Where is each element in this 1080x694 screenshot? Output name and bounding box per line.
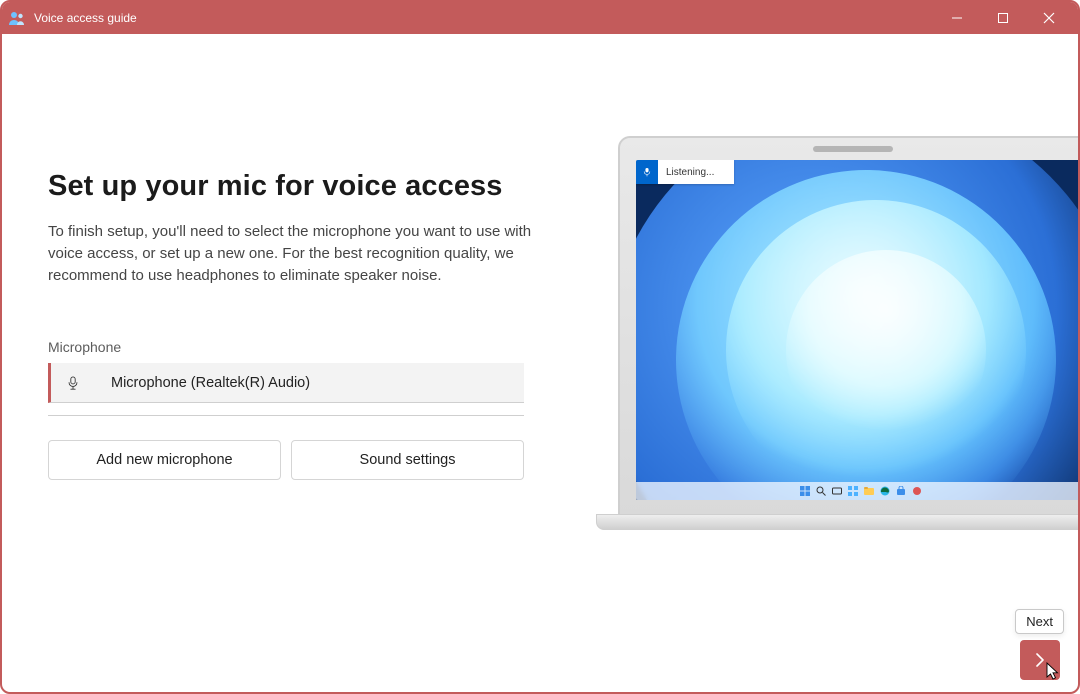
laptop-screen: Listening... xyxy=(636,160,1080,500)
divider xyxy=(48,415,524,416)
app-icon xyxy=(8,9,26,27)
windows-bloom-wallpaper xyxy=(636,160,1080,500)
start-icon xyxy=(800,486,810,496)
explorer-icon xyxy=(864,486,874,496)
microphone-select[interactable]: Microphone (Realtek(R) Audio) xyxy=(48,363,524,403)
next-nav: Next xyxy=(1015,609,1064,680)
sound-settings-button[interactable]: Sound settings xyxy=(291,440,524,480)
microphone-field-label: Microphone xyxy=(48,339,588,355)
sound-settings-label: Sound settings xyxy=(360,452,456,468)
laptop-illustration: Listening... xyxy=(596,136,1080,532)
add-new-microphone-button[interactable]: Add new microphone xyxy=(48,440,281,480)
pinned-app-icon xyxy=(912,486,922,496)
store-icon xyxy=(896,486,906,496)
close-button[interactable] xyxy=(1026,2,1072,34)
left-panel: Set up your mic for voice access To fini… xyxy=(48,170,588,480)
widgets-icon xyxy=(848,486,858,496)
voice-access-mic-icon xyxy=(636,160,658,184)
next-button[interactable] xyxy=(1020,640,1060,680)
minimize-button[interactable] xyxy=(934,2,980,34)
add-mic-label: Add new microphone xyxy=(96,452,232,468)
maximize-icon xyxy=(997,12,1009,24)
selected-microphone-name: Microphone (Realtek(R) Audio) xyxy=(111,375,310,391)
page-heading: Set up your mic for voice access xyxy=(48,170,588,203)
next-tooltip: Next xyxy=(1015,609,1064,634)
content-area: Set up your mic for voice access To fini… xyxy=(2,34,1078,694)
mouse-cursor-icon xyxy=(1046,662,1062,682)
minimize-icon xyxy=(951,12,963,24)
taskview-icon xyxy=(832,486,842,496)
laptop-camera xyxy=(813,146,893,152)
maximize-button[interactable] xyxy=(980,2,1026,34)
window-title: Voice access guide xyxy=(34,11,137,25)
laptop-lid: Listening... xyxy=(618,136,1080,518)
search-icon xyxy=(816,486,826,496)
secondary-button-row: Add new microphone Sound settings xyxy=(48,440,588,480)
close-icon xyxy=(1043,12,1055,24)
voice-access-status: Listening... xyxy=(658,167,714,178)
voice-access-bar: Listening... xyxy=(636,160,734,184)
voice-access-guide-window: Voice access guide Set up your mic for v… xyxy=(0,0,1080,694)
laptop-base xyxy=(596,514,1080,530)
microphone-icon xyxy=(65,375,81,391)
titlebar: Voice access guide xyxy=(2,2,1078,34)
page-description: To finish setup, you'll need to select t… xyxy=(48,221,558,287)
chevron-right-icon xyxy=(1033,653,1047,667)
taskbar xyxy=(636,482,1080,500)
edge-icon xyxy=(880,486,890,496)
